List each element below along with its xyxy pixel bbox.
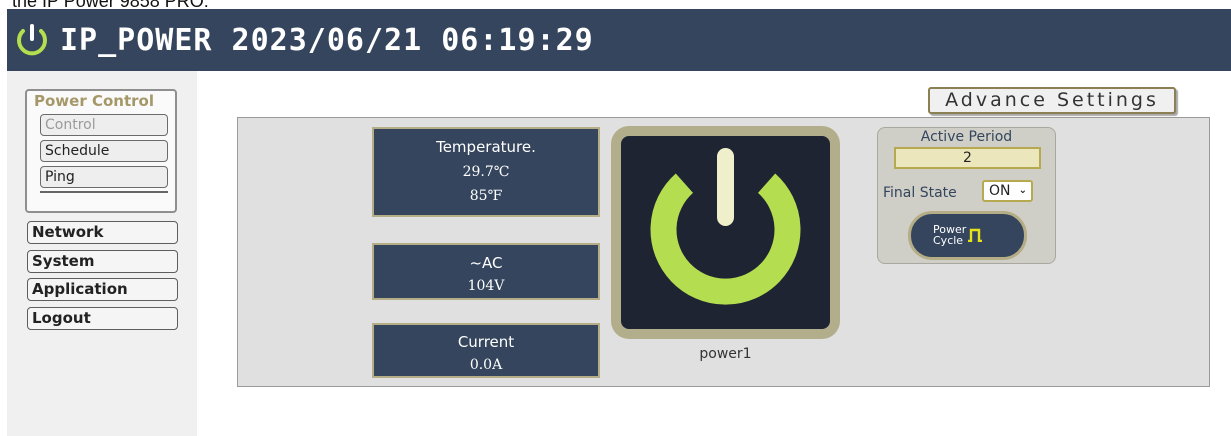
active-period-label: Active Period [920,129,1013,145]
menu-divider [40,191,168,193]
sidebar-item-network[interactable]: Network [27,221,178,244]
sidebar: Power Control Control Schedule Ping Netw… [7,71,197,436]
power-cycle-label-line2: Cycle [933,234,964,247]
temperature-celsius: 29.7℃ [462,164,510,180]
active-period-input[interactable]: 2 [894,147,1041,169]
outlet-power-button[interactable] [611,126,840,339]
page-title: IP_POWER 2023/06/21 06:19:29 [60,22,594,58]
submenu-item-schedule[interactable]: Schedule [40,140,168,162]
pulse-icon [968,228,982,242]
voltage-label: ~AC [469,254,503,272]
current-label: Current [457,333,515,351]
temperature-card: Temperature. 29.7℃ 85℉ [372,127,600,217]
sidebar-item-application[interactable]: Application [27,278,178,301]
current-value: 0.0A [469,357,503,373]
power-cycle-controls: Active Period 2 Final State ON ⌄ Power C… [877,127,1056,264]
temperature-fahrenheit: 85℉ [469,188,503,204]
final-state-label: Final State [883,185,957,201]
outlet-name: power1 [699,346,752,362]
power-icon [17,24,47,56]
menu-group-title[interactable]: Power Control [34,92,175,110]
submenu-item-ping[interactable]: Ping [40,166,168,188]
power-icon [650,148,801,305]
power-cycle-button[interactable]: Power Cycle [908,211,1027,260]
page-caption: the IP Power 9858 PRO: [12,0,209,11]
final-state-select[interactable]: ON ⌄ [982,180,1033,202]
advance-settings-button[interactable]: Advance Settings [928,87,1176,114]
app-header: IP_POWER 2023/06/21 06:19:29 [7,9,1231,71]
voltage-card: ~AC 104V [372,243,600,300]
sidebar-item-system[interactable]: System [27,250,178,273]
final-state-value: ON [989,183,1011,199]
power-control-group: Power Control Control Schedule Ping [25,89,177,213]
current-card: Current 0.0A [372,323,600,378]
sidebar-item-logout[interactable]: Logout [27,307,178,330]
voltage-value: 104V [467,278,505,294]
temperature-label: Temperature. [436,138,536,156]
chevron-down-icon: ⌄ [1018,185,1027,196]
submenu-item-control[interactable]: Control [40,114,168,136]
